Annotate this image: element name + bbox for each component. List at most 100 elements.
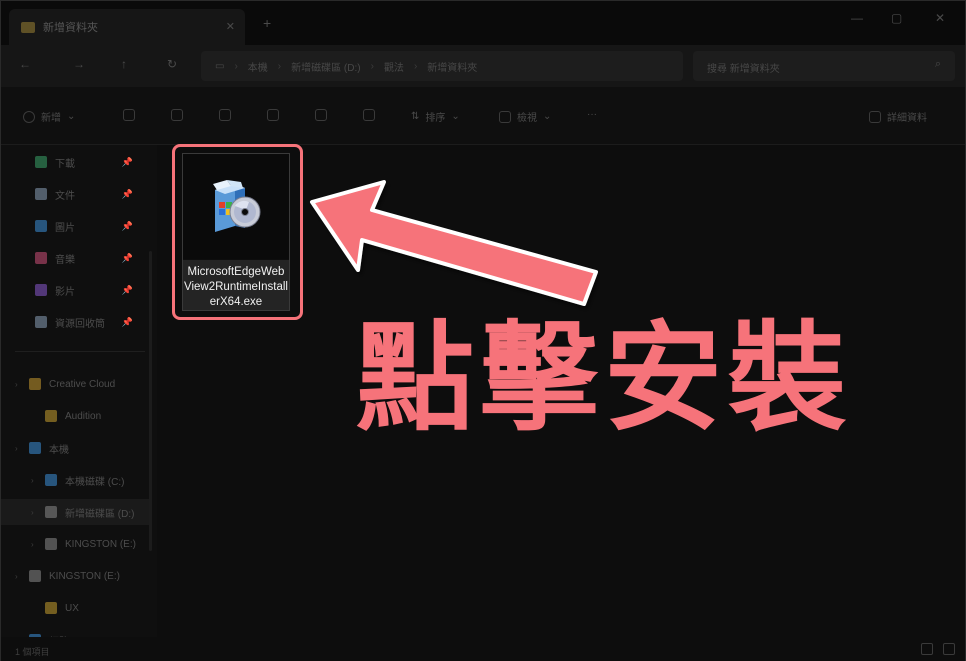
refresh-button[interactable]: ↻ (167, 57, 177, 71)
drive-icon (45, 474, 57, 486)
folder-icon (45, 602, 57, 614)
sidebar-item-label: Audition (65, 410, 102, 422)
paste-icon (219, 109, 231, 121)
video-icon (35, 284, 47, 296)
annotation-arrow (310, 180, 598, 306)
sidebar-item-label: 圖片 (55, 222, 75, 234)
details-pane-button[interactable]: 詳細資料 (869, 109, 927, 124)
back-button[interactable]: ← (19, 57, 31, 71)
rename-button[interactable] (267, 109, 279, 121)
sidebar-tree-item[interactable]: UX (1, 595, 151, 621)
sidebar-item-label: Creative Cloud (49, 378, 116, 390)
copy-button[interactable] (171, 109, 183, 121)
view-icon (499, 110, 511, 123)
view-button-label: 檢視 (517, 113, 537, 124)
sidebar-item-quick-access[interactable]: 影片 📌 (1, 277, 151, 303)
pin-icon: 📌 (121, 252, 133, 263)
sort-button[interactable]: ⇅ 排序 ⌄ (411, 109, 460, 124)
sidebar-tree-item[interactable]: › 本機 (1, 435, 151, 461)
file-highlight-frame (172, 144, 303, 320)
delete-button[interactable] (363, 109, 375, 121)
sidebar-tree-item[interactable]: › 本機磁碟 (C:) (1, 467, 151, 493)
minimize-button[interactable]: — (851, 11, 863, 25)
item-count: 1 個項目 (15, 647, 50, 657)
folder-icon (45, 410, 57, 422)
new-item-icon (23, 110, 35, 123)
share-icon (315, 109, 327, 121)
pin-icon: 📌 (121, 220, 133, 231)
breadcrumb-item[interactable]: 新增資料夾 (427, 59, 477, 74)
sidebar-tree-item[interactable]: › KINGSTON (E:) (1, 563, 151, 589)
chevron-right-icon[interactable]: › (15, 444, 29, 453)
sidebar-item-quick-access[interactable]: 文件 📌 (1, 181, 151, 207)
tab-title: 新增資料夾 (43, 22, 98, 34)
large-icons-view-icon[interactable] (943, 643, 955, 655)
chevron-down-icon: ⌄ (451, 111, 460, 122)
sidebar-item-quick-access[interactable]: 音樂 📌 (1, 245, 151, 271)
sidebar-item-label: 下載 (55, 158, 75, 170)
cut-icon (123, 109, 135, 121)
breadcrumb-item[interactable]: 新增磁碟區 (D:) (291, 59, 360, 74)
sidebar-item-label: KINGSTON (E:) (49, 570, 120, 582)
drive-icon (45, 506, 57, 518)
sidebar-tree-item[interactable]: Audition (1, 403, 151, 429)
sidebar-item-label: 資源回收筒 (55, 318, 105, 330)
folder-icon (21, 21, 35, 33)
usb-drive-icon (45, 538, 57, 550)
more-options-button[interactable]: ··· (587, 109, 597, 120)
share-button[interactable] (315, 109, 327, 121)
sidebar-item-quick-access[interactable]: 下載 📌 (1, 149, 151, 175)
details-view-icon[interactable] (921, 643, 933, 655)
sidebar-tree-item[interactable]: › Creative Cloud (1, 371, 151, 397)
chevron-right-icon[interactable]: › (15, 380, 29, 389)
document-icon (35, 188, 47, 200)
chevron-right-icon[interactable]: › (31, 540, 45, 549)
chevron-right-icon[interactable]: › (31, 508, 45, 517)
tab-close-icon[interactable]: ✕ (226, 20, 235, 33)
sort-button-label: 排序 (425, 113, 446, 124)
paste-button[interactable] (219, 109, 231, 121)
sidebar-tree-item[interactable]: › 新增磁碟區 (D:) (1, 499, 151, 525)
breadcrumb-item[interactable]: 觀法 (384, 59, 404, 74)
sidebar-tree-item[interactable]: › KINGSTON (E:) (1, 531, 151, 557)
search-box[interactable]: 搜尋 新增資料夾 ⌕ (693, 51, 955, 81)
up-button[interactable]: ↑ (121, 57, 127, 71)
forward-button[interactable]: → (73, 57, 85, 71)
view-button[interactable]: 檢視 ⌄ (499, 109, 551, 124)
computer-icon (29, 442, 41, 454)
tab-current-folder[interactable]: 新增資料夾 ✕ (9, 9, 245, 45)
pin-icon: 📌 (121, 188, 133, 199)
breadcrumb-item[interactable]: 本機 (248, 59, 268, 74)
sidebar-item-label: 影片 (55, 286, 75, 298)
navigation-pane: 下載 📌 文件 📌 圖片 📌 音樂 📌 影片 📌 資源回收筒 📌 › Creative Cloud Aud… (1, 145, 157, 637)
sidebar-tree-item[interactable]: ›網路 (1, 627, 151, 637)
chevron-right-icon[interactable]: › (15, 572, 29, 581)
new-tab-button[interactable]: + (263, 15, 271, 31)
install-instruction-label: 點擊安裝 (356, 309, 853, 447)
monitor-icon: ▭ (215, 60, 225, 72)
maximize-button[interactable]: ▢ (891, 11, 902, 25)
cut-button[interactable] (123, 109, 135, 121)
recycle-bin-icon (35, 316, 47, 328)
sidebar-item-label: 音樂 (55, 254, 75, 266)
sidebar-item-quick-access[interactable]: 圖片 📌 (1, 213, 151, 239)
copy-icon (171, 109, 183, 121)
details-button-label: 詳細資料 (887, 113, 927, 124)
search-placeholder: 搜尋 新增資料夾 (707, 64, 780, 75)
sidebar-scrollbar[interactable] (149, 251, 152, 551)
pin-icon: 📌 (121, 316, 133, 327)
breadcrumb-separator: › (413, 60, 418, 72)
pin-icon: 📌 (121, 284, 133, 295)
chevron-right-icon[interactable]: › (31, 476, 45, 485)
breadcrumb-separator: › (277, 60, 282, 72)
sidebar-item-label: 本機磁碟 (C:) (65, 476, 125, 488)
chevron-down-icon: ⌄ (543, 111, 552, 122)
picture-icon (35, 220, 47, 232)
music-icon (35, 252, 47, 264)
sidebar-item-quick-access[interactable]: 資源回收筒 📌 (1, 309, 151, 335)
close-window-button[interactable]: ✕ (935, 11, 945, 25)
address-bar[interactable]: ▭ › 本機 › 新增磁碟區 (D:) › 觀法 › 新增資料夾 (201, 51, 683, 81)
new-button[interactable]: 新增 ⌄ (23, 109, 75, 124)
address-row: ← → ↑ ↻ ▭ › 本機 › 新增磁碟區 (D:) › 觀法 › 新增資料夾… (1, 45, 965, 87)
command-toolbar: 新增 ⌄ ⇅ 排序 ⌄ 檢視 ⌄ ··· 詳細資料 (1, 87, 965, 145)
